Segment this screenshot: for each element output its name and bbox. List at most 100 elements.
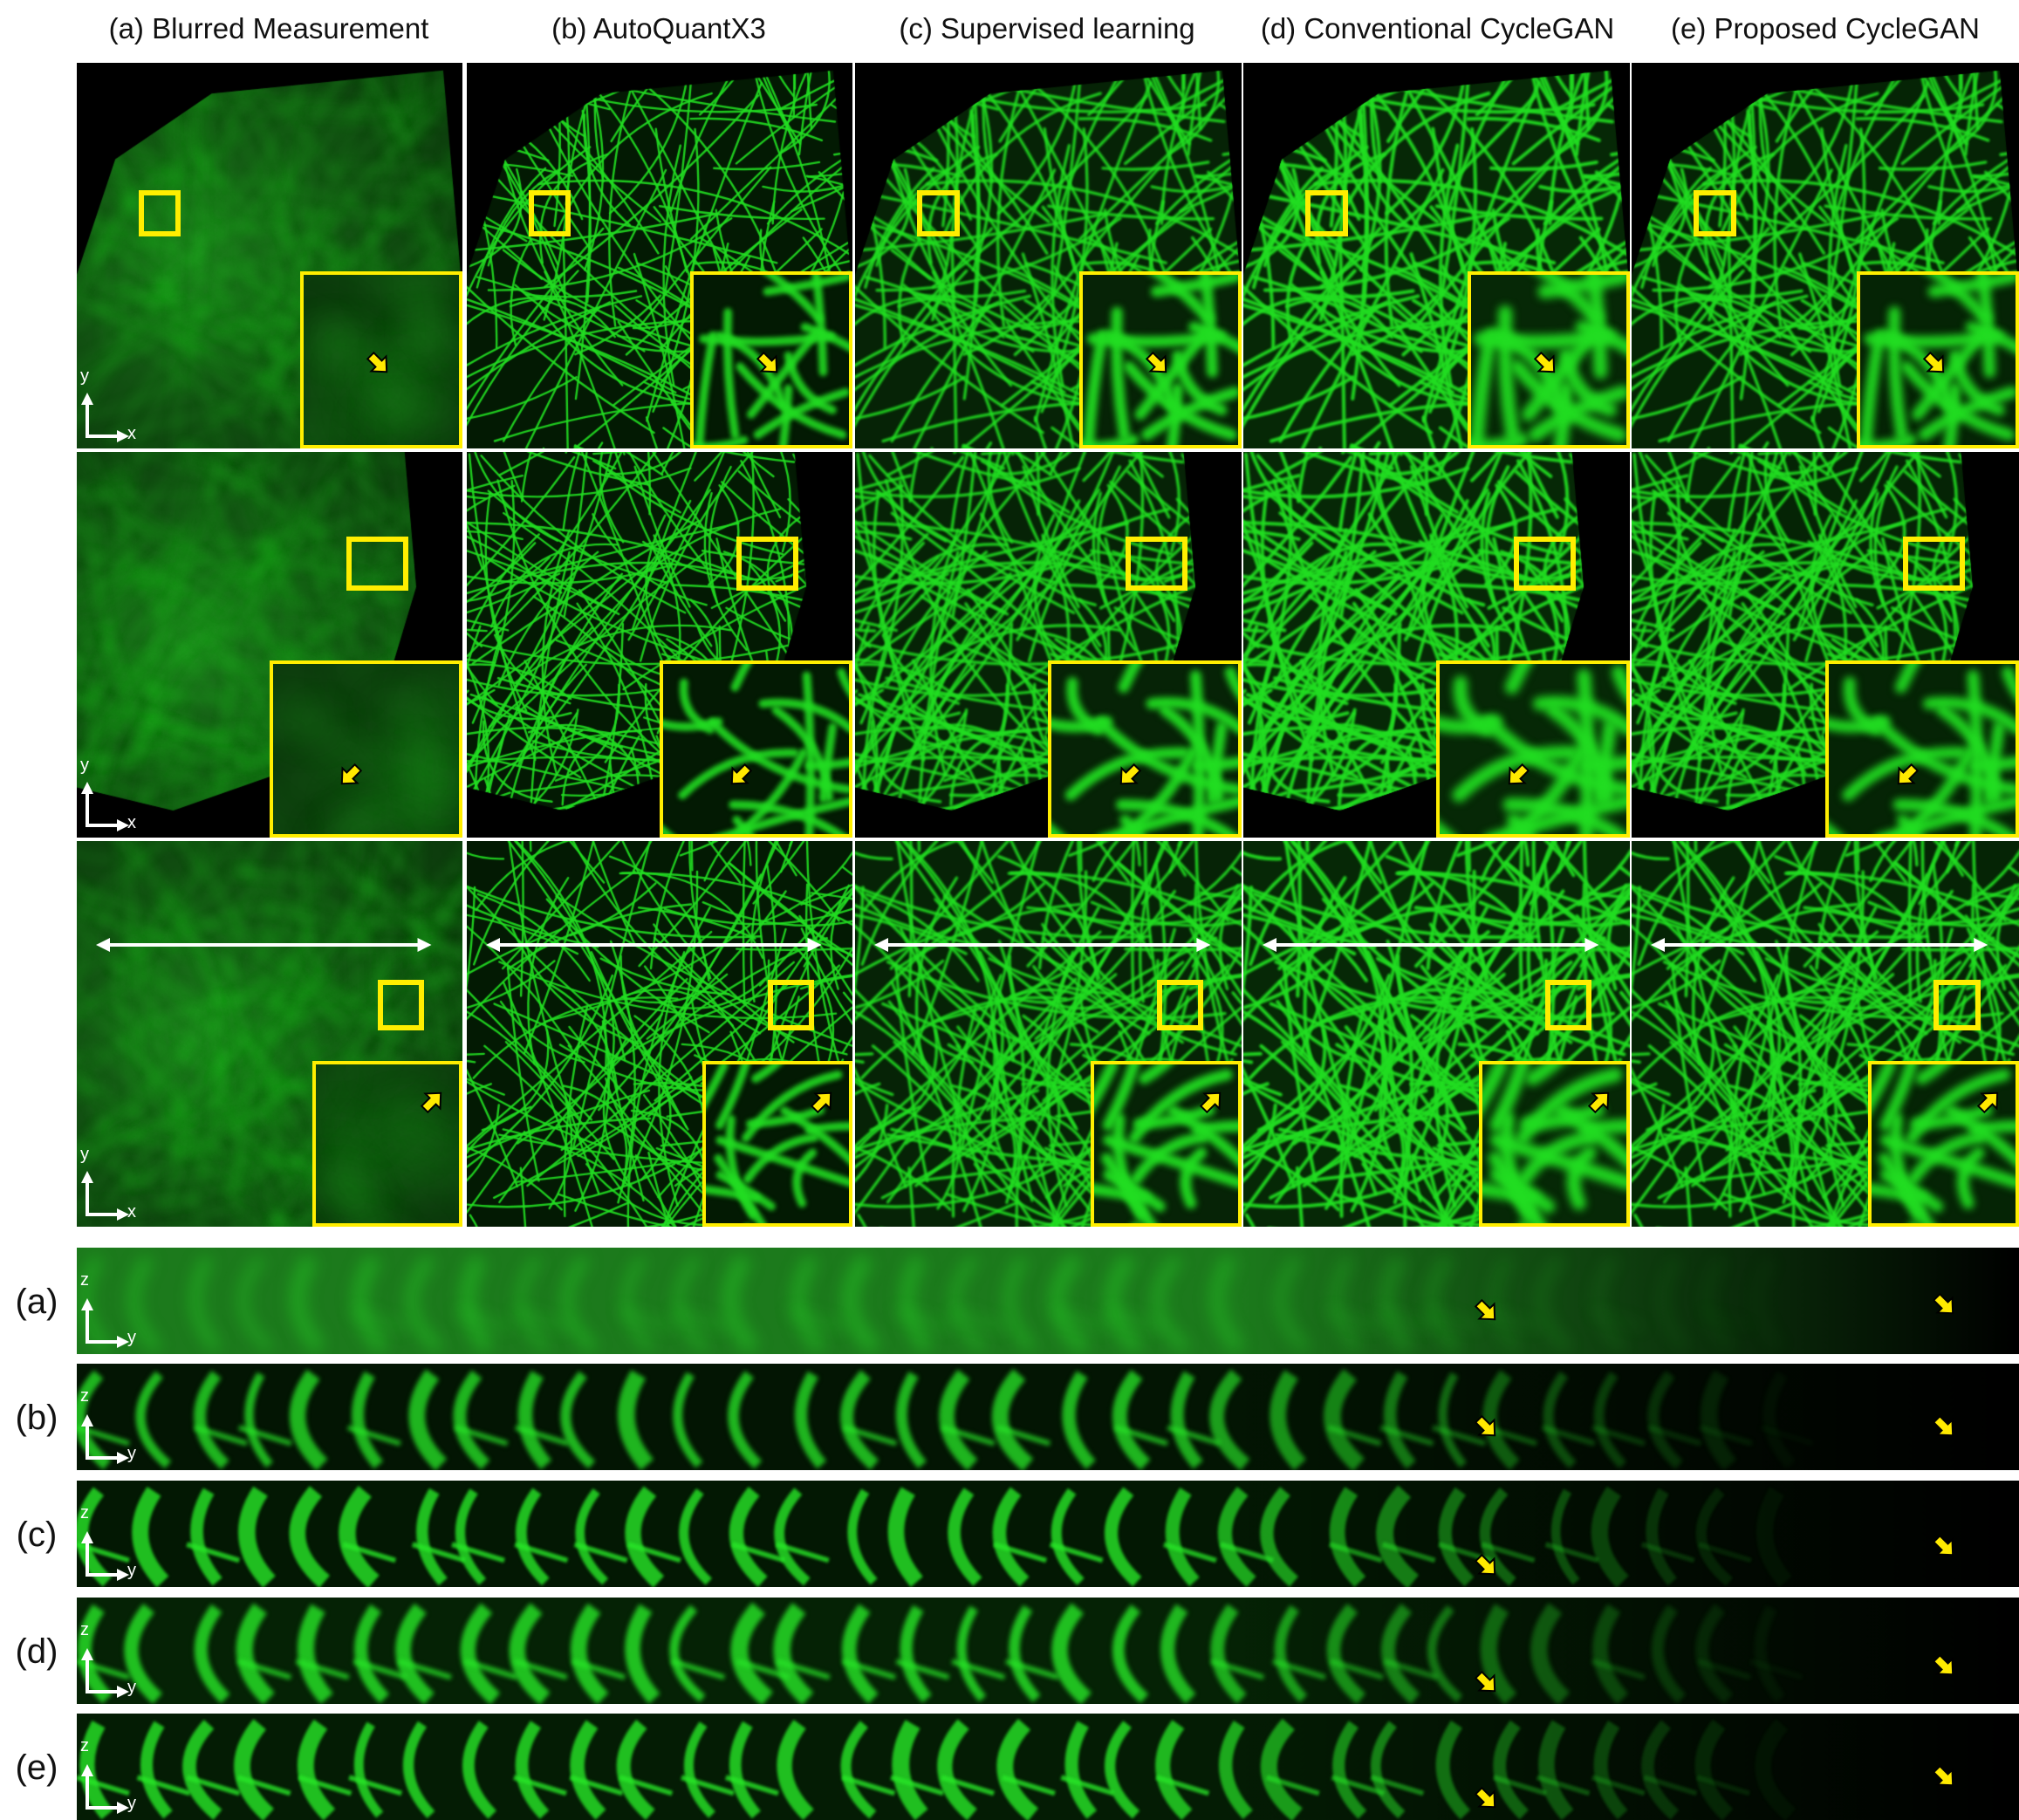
double-arrow-icon: [96, 936, 432, 954]
yellow-arrow-icon: [1502, 761, 1532, 790]
yellow-arrow-icon: [1975, 1086, 2004, 1116]
yellow-arrow-icon: [364, 349, 394, 379]
double-arrow-icon: [1263, 936, 1599, 954]
zoom-inset: [1825, 660, 2019, 838]
roi-box: [346, 537, 409, 592]
zoom-inset: [1857, 271, 2019, 448]
axial-image: [77, 1364, 2019, 1470]
axial-row-label-a: (a): [15, 1283, 58, 1321]
zoom-inset: [1079, 271, 1242, 448]
column-header-e: (e) Proposed CycleGAN: [1671, 12, 1980, 44]
zoom-inset: [1479, 1061, 1630, 1227]
zoom-inset-image: [1829, 664, 2016, 834]
axial-image: [77, 1481, 2019, 1587]
axis-label-vertical: y: [80, 1145, 89, 1164]
zoom-inset: [660, 660, 852, 838]
yellow-arrow-icon: [1472, 1668, 1502, 1698]
yellow-arrow-icon: [1920, 349, 1950, 379]
roi-box: [1694, 189, 1736, 236]
zoom-inset: [1048, 660, 1242, 838]
roi-box: [1902, 537, 1965, 592]
yellow-arrow-icon: [1585, 1086, 1615, 1116]
axial-image: [77, 1714, 2019, 1820]
yellow-arrow-icon: [1114, 761, 1144, 790]
lateral-panel-r2-a: yx: [77, 452, 462, 838]
axis-label-horizontal: y: [127, 1794, 136, 1813]
lateral-panel-r2-b: [467, 452, 852, 838]
yellow-arrow-icon: [1930, 1413, 1960, 1442]
lateral-panel-r1-c: [855, 63, 1242, 448]
axis-label-vertical: z: [80, 1270, 89, 1290]
column-header-b: (b) AutoQuantX3: [551, 12, 766, 44]
axial-row-label-e: (e): [15, 1748, 58, 1787]
axial-strip-e: zy: [77, 1714, 2019, 1820]
roi-box: [736, 537, 799, 592]
yellow-arrow-icon: [1143, 349, 1173, 379]
double-arrow-icon: [874, 936, 1211, 954]
zoom-inset-image: [1051, 664, 1238, 834]
axial-row-label-c: (c): [16, 1516, 58, 1554]
zoom-inset-image: [273, 664, 459, 834]
axis-label-horizontal: y: [127, 1678, 136, 1697]
yellow-arrow-icon: [1472, 1784, 1502, 1814]
roi-box: [1156, 980, 1203, 1030]
lateral-panel-r1-a: yx: [77, 63, 462, 448]
axial-image: [77, 1598, 2019, 1704]
lateral-panel-r2-d: [1243, 452, 1630, 838]
zoom-inset: [1436, 660, 1630, 838]
lateral-panel-r3-c: [855, 841, 1242, 1227]
lateral-panel-r3-e: [1632, 841, 2019, 1227]
axis-label-horizontal: x: [127, 1202, 136, 1221]
roi-box: [138, 189, 181, 236]
axis-label-vertical: z: [80, 1736, 89, 1755]
column-header-a: (a) Blurred Measurement: [108, 12, 429, 44]
axis-label-vertical: z: [80, 1620, 89, 1639]
yellow-arrow-icon: [1930, 1532, 1960, 1562]
roi-box: [1304, 189, 1348, 236]
lateral-panel-r2-e: [1632, 452, 2019, 838]
axial-row-label-b: (b): [15, 1399, 58, 1437]
lateral-panel-r3-a: yx: [77, 841, 462, 1227]
axis-label-vertical: z: [80, 1386, 89, 1406]
axial-strip-c: zy: [77, 1481, 2019, 1587]
axial-strip-b: zy: [77, 1364, 2019, 1470]
axis-label-vertical: y: [80, 756, 89, 775]
roi-box: [916, 189, 960, 236]
roi-box: [528, 189, 571, 236]
yellow-arrow-icon: [725, 761, 755, 790]
yellow-arrow-icon: [1892, 761, 1921, 790]
axis-label-horizontal: x: [127, 813, 136, 832]
axis-label-horizontal: y: [127, 1444, 136, 1463]
axis-label-horizontal: y: [127, 1328, 136, 1347]
zoom-inset: [702, 1061, 852, 1227]
zoom-inset: [270, 660, 462, 838]
column-header-d: (d) Conventional CycleGAN: [1260, 12, 1615, 44]
yellow-arrow-icon: [1930, 1762, 1960, 1792]
zoom-inset: [690, 271, 852, 448]
axis-label-vertical: y: [80, 366, 89, 386]
yellow-arrow-icon: [1472, 1297, 1502, 1326]
yellow-arrow-icon: [1531, 349, 1561, 379]
yellow-arrow-icon: [1930, 1652, 1960, 1681]
zoom-inset: [300, 271, 462, 448]
axial-strip-a: zy: [77, 1248, 2019, 1354]
axial-row-label-d: (d): [15, 1632, 58, 1671]
zoom-inset: [1091, 1061, 1242, 1227]
axis-label-horizontal: x: [127, 424, 136, 443]
double-arrow-icon: [486, 936, 822, 954]
yellow-arrow-icon: [808, 1086, 838, 1116]
yellow-arrow-icon: [1472, 1551, 1502, 1581]
lateral-panel-r1-e: [1632, 63, 2019, 448]
lateral-panel-r2-c: [855, 452, 1242, 838]
axial-strip-d: zy: [77, 1598, 2019, 1704]
axis-label-vertical: z: [80, 1503, 89, 1522]
roi-box: [1933, 980, 1981, 1030]
yellow-arrow-icon: [335, 761, 365, 790]
axial-image: [77, 1248, 2019, 1354]
yellow-arrow-icon: [1472, 1413, 1502, 1442]
lateral-panel-r3-b: [467, 841, 852, 1227]
yellow-arrow-icon: [418, 1086, 448, 1116]
yellow-arrow-icon: [1930, 1290, 1960, 1320]
lateral-panel-r3-d: [1243, 841, 1630, 1227]
zoom-inset: [1868, 1061, 2019, 1227]
